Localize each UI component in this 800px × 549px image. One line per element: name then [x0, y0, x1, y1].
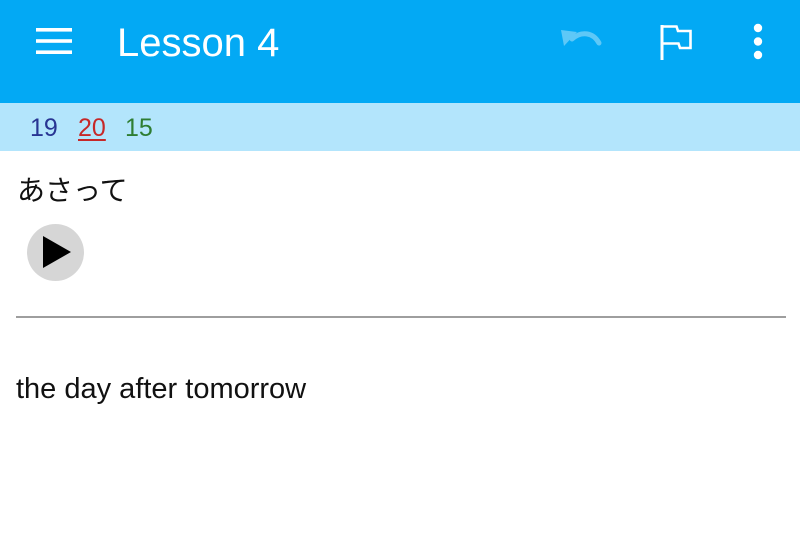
more-vertical-icon	[753, 23, 763, 60]
known-count: 19	[30, 114, 58, 142]
menu-button[interactable]	[20, 20, 88, 64]
hamburger-menu-icon	[36, 28, 72, 54]
page-title: Lesson 4	[117, 21, 280, 65]
learned-count: 15	[125, 114, 153, 142]
flashcard-term: あさって	[17, 174, 128, 207]
more-options-button[interactable]	[735, 14, 781, 70]
play-icon	[43, 236, 71, 268]
current-count[interactable]: 20	[78, 113, 106, 143]
flag-button[interactable]	[646, 14, 710, 70]
flashcard-meaning: the day after tomorrow	[16, 373, 307, 405]
progress-stats-bar: 19 20 15	[0, 103, 800, 151]
undo-icon	[561, 30, 602, 46]
card-divider	[16, 316, 786, 318]
lesson-screen: Lesson 4 19 20 15 あさって the day after tom…	[0, 0, 800, 549]
play-audio-button[interactable]	[27, 224, 84, 281]
undo-button[interactable]	[550, 14, 614, 70]
app-toolbar: Lesson 4	[0, 0, 800, 103]
flag-icon	[660, 25, 692, 60]
